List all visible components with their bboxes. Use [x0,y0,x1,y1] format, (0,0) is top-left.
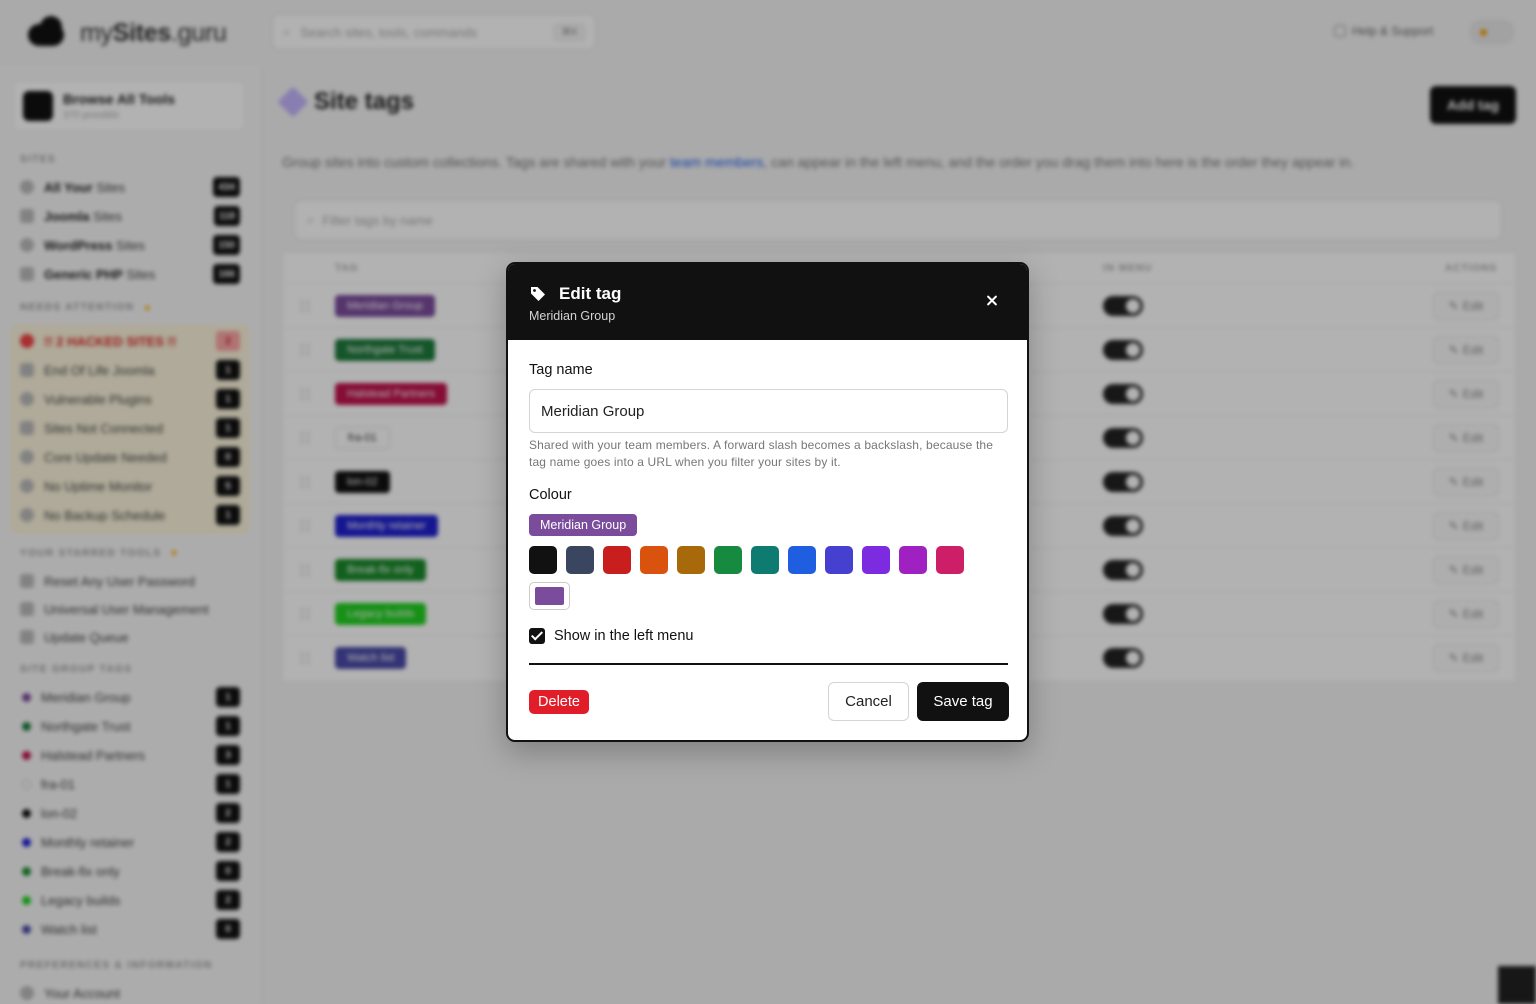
show-in-menu-checkbox[interactable] [529,628,545,644]
show-in-menu-label: Show in the left menu [554,628,694,644]
close-icon[interactable] [982,291,1002,311]
colour-swatch[interactable] [751,546,779,574]
dialog-subtitle: Meridian Group [529,309,616,323]
custom-colour-value [535,587,564,605]
colour-swatch[interactable] [677,546,705,574]
tag-icon [531,287,545,301]
colour-swatch[interactable] [862,546,890,574]
colour-swatch[interactable] [640,546,668,574]
colour-swatch[interactable] [788,546,816,574]
tag-preview-pill: Meridian Group [529,514,638,536]
colour-swatch[interactable] [936,546,964,574]
tag-name-label: Tag name [529,362,593,378]
colour-swatch[interactable] [899,546,927,574]
colour-label: Colour [529,487,572,503]
dialog-title: Edit tag [559,284,622,303]
tag-name-input[interactable] [529,389,1008,433]
colour-swatch[interactable] [714,546,742,574]
colour-swatch[interactable] [603,546,631,574]
colour-swatch[interactable] [825,546,853,574]
colour-swatches [529,546,969,574]
show-in-menu-row: Show in the left menu [529,628,693,644]
colour-swatch[interactable] [529,546,557,574]
tag-name-hint: Shared with your team members. A forward… [529,438,994,469]
divider [529,663,1008,665]
save-tag-button[interactable]: Save tag [917,682,1009,721]
colour-swatch[interactable] [566,546,594,574]
cancel-button[interactable]: Cancel [828,682,909,721]
dialog-header: Edit tag Meridian Group [508,264,1027,340]
edit-tag-dialog: Edit tag Meridian Group Tag name Shared … [506,262,1029,742]
delete-button[interactable]: Delete [529,690,589,714]
custom-colour-picker[interactable] [529,582,570,610]
